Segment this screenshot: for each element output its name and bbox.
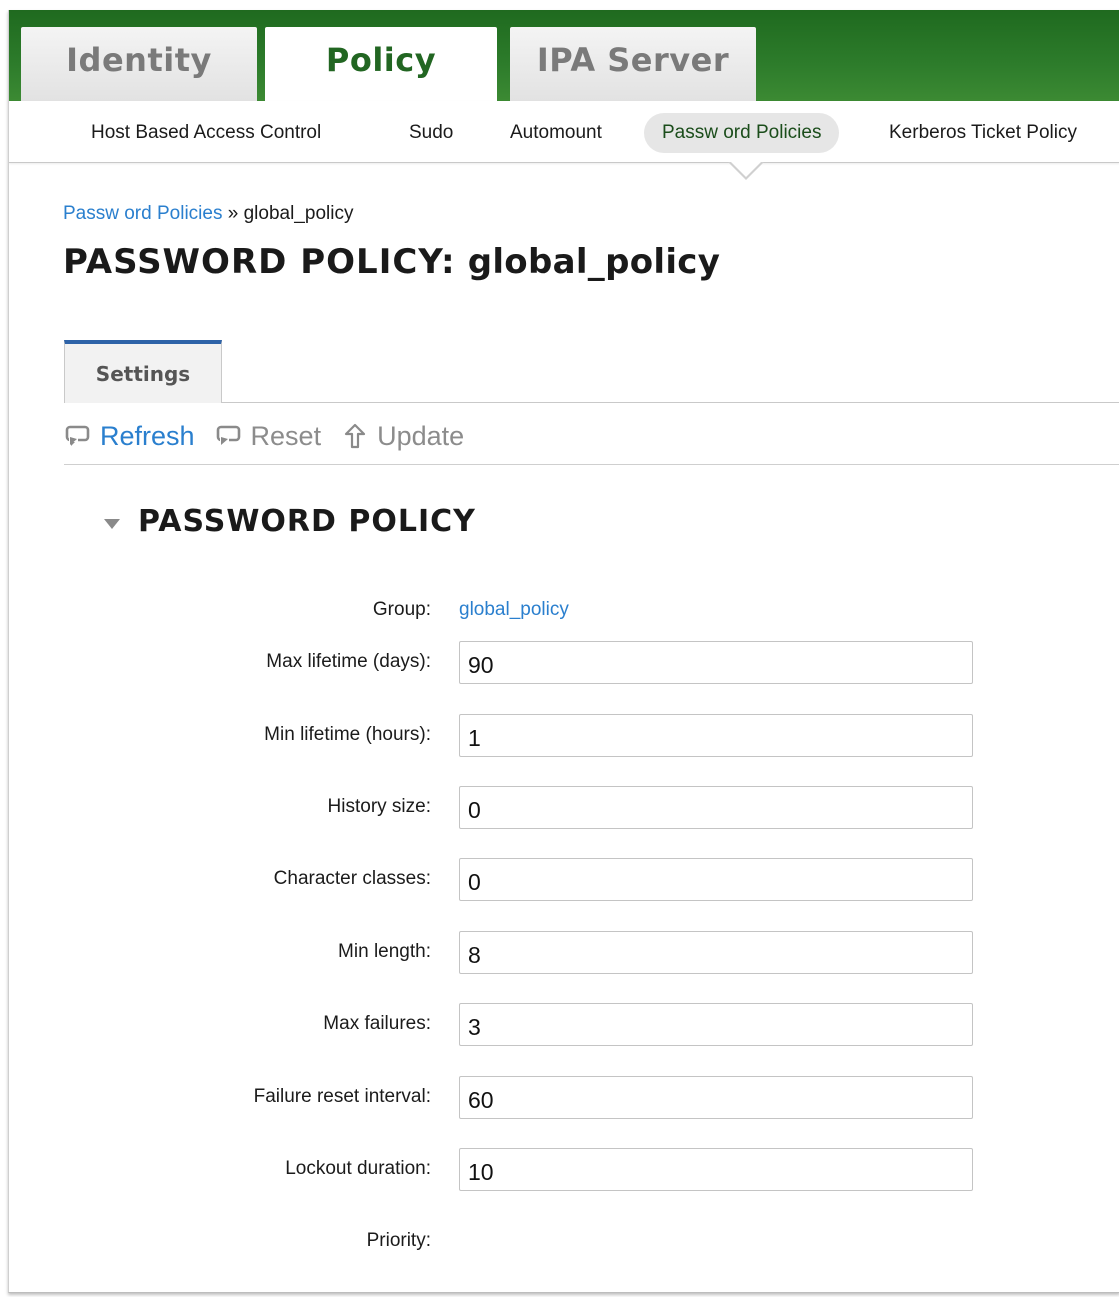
breadcrumb: Passw ord Policies » global_policy — [63, 203, 353, 225]
reset-icon — [215, 422, 243, 450]
subnav-item-kerberos-ticket-policy[interactable]: Kerberos Ticket Policy — [889, 113, 1077, 153]
reset-button[interactable]: Reset — [215, 420, 322, 452]
subnav-item-automount[interactable]: Automount — [510, 113, 602, 153]
update-arrow-icon — [341, 422, 369, 450]
page-title: PASSWORD POLICY: global_policy — [63, 242, 720, 282]
update-label: Update — [377, 420, 465, 451]
max-failures-input[interactable] — [459, 1003, 973, 1046]
breadcrumb-link-password-policies[interactable]: Passw ord Policies — [63, 203, 222, 224]
group-link[interactable]: global_policy — [459, 599, 569, 621]
form-row-group: Group: global_policy — [9, 599, 1009, 643]
form-row-max-lifetime: Max lifetime (days): — [9, 641, 1009, 695]
max-failures-label: Max failures: — [323, 1013, 431, 1034]
form-row-history-size: History size: — [9, 786, 1009, 840]
priority-label: Priority: — [366, 1230, 431, 1251]
form-row-max-failures: Max failures: — [9, 1003, 1009, 1057]
history-size-label: History size: — [327, 796, 431, 817]
tab-policy[interactable]: Policy — [265, 27, 497, 101]
page-title-value: global_policy — [467, 242, 721, 282]
subnav-item-password-policies[interactable]: Passw ord Policies — [644, 113, 840, 153]
max-lifetime-input[interactable] — [459, 641, 973, 684]
form-row-failure-reset-interval: Failure reset interval: — [9, 1076, 1009, 1130]
min-length-label: Min length: — [338, 941, 431, 962]
lockout-duration-input[interactable] — [459, 1148, 973, 1191]
update-button[interactable]: Update — [341, 421, 464, 452]
min-length-input[interactable] — [459, 931, 973, 974]
action-bar-divider — [64, 464, 1119, 465]
tab-identity[interactable]: Identity — [21, 27, 257, 101]
form-row-min-length: Min length: — [9, 931, 1009, 985]
reset-label: Reset — [250, 420, 322, 451]
refresh-label: Refresh — [100, 420, 195, 451]
group-label: Group: — [372, 599, 431, 620]
form-row-priority: Priority: — [9, 1230, 1009, 1274]
sub-navigation: Host Based Access Control Sudo Automount… — [9, 101, 1119, 163]
subnav-item-sudo[interactable]: Sudo — [409, 113, 453, 153]
form-row-min-lifetime: Min lifetime (hours): — [9, 714, 1009, 768]
tab-settings[interactable]: Settings — [64, 340, 222, 403]
breadcrumb-separator: » — [227, 203, 239, 224]
refresh-button[interactable]: Refresh — [64, 421, 195, 452]
tab-divider — [222, 402, 1119, 403]
subnav-item-hbac[interactable]: Host Based Access Control — [91, 113, 321, 153]
character-classes-label: Character classes: — [273, 868, 431, 889]
breadcrumb-current: global_policy — [243, 203, 354, 224]
form-row-lockout-duration: Lockout duration: — [9, 1148, 1009, 1202]
section-toggle-password-policy[interactable]: PASSWORD POLICY — [104, 504, 476, 539]
character-classes-input[interactable] — [459, 858, 973, 901]
subnav-pointer-fill — [730, 161, 762, 177]
app-window: Identity Policy IPA Server Host Based Ac… — [8, 10, 1119, 1293]
refresh-icon — [64, 422, 92, 450]
section-title: PASSWORD POLICY — [138, 504, 476, 539]
triangle-down-icon — [104, 518, 120, 529]
max-lifetime-label: Max lifetime (days): — [266, 651, 431, 672]
tab-ipa-server[interactable]: IPA Server — [510, 27, 756, 101]
history-size-input[interactable] — [459, 786, 973, 829]
action-bar: Refresh Reset Update — [64, 416, 484, 456]
top-header: Identity Policy IPA Server — [9, 10, 1119, 101]
page-title-label: PASSWORD POLICY: — [63, 242, 456, 282]
min-lifetime-label: Min lifetime (hours): — [264, 724, 431, 745]
lockout-duration-label: Lockout duration: — [285, 1158, 431, 1179]
min-lifetime-input[interactable] — [459, 714, 973, 757]
form-row-character-classes: Character classes: — [9, 858, 1009, 912]
failure-reset-interval-input[interactable] — [459, 1076, 973, 1119]
failure-reset-interval-label: Failure reset interval: — [253, 1086, 431, 1107]
